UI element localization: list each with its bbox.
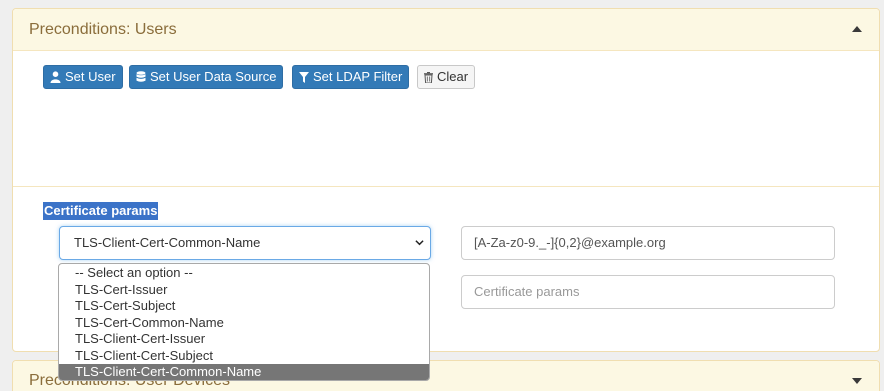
- dropdown-option[interactable]: TLS-Client-Cert-Subject: [59, 348, 429, 365]
- dropdown-option[interactable]: -- Select an option --: [59, 265, 429, 282]
- dropdown-option[interactable]: TLS-Cert-Subject: [59, 298, 429, 315]
- set-user-label: Set User: [65, 69, 116, 84]
- set-user-data-source-label: Set User Data Source: [150, 69, 277, 84]
- dropdown-option[interactable]: TLS-Cert-Issuer: [59, 282, 429, 299]
- certificate-params-input[interactable]: Certificate params: [461, 275, 835, 309]
- dropdown-option[interactable]: TLS-Client-Cert-Issuer: [59, 331, 429, 348]
- filter-icon: [299, 71, 309, 83]
- section-divider: [13, 186, 879, 187]
- preconditions-users-header[interactable]: Preconditions: Users: [13, 9, 879, 51]
- trash-icon: [424, 71, 433, 83]
- clear-button[interactable]: Clear: [417, 65, 476, 89]
- set-user-data-source-button[interactable]: Set User Data Source: [129, 65, 284, 89]
- certificate-value-text: [A-Za-z0-9._-]{0,2}@example.org: [474, 235, 666, 250]
- certificate-params-placeholder: Certificate params: [474, 284, 580, 299]
- dropdown-option[interactable]: TLS-Cert-Common-Name: [59, 315, 429, 332]
- caret-down-icon[interactable]: [852, 378, 862, 384]
- set-user-button[interactable]: Set User: [43, 65, 123, 89]
- certificate-params-label: Certificate params: [43, 202, 159, 220]
- dropdown-option-selected[interactable]: TLS-Client-Cert-Common-Name: [59, 364, 429, 380]
- panel-title: Preconditions: Users: [29, 21, 177, 38]
- clear-label: Clear: [437, 69, 469, 84]
- set-ldap-filter-label: Set LDAP Filter: [313, 69, 403, 84]
- certificate-value-input[interactable]: [A-Za-z0-9._-]{0,2}@example.org: [461, 226, 835, 260]
- database-icon: [136, 71, 146, 82]
- set-ldap-filter-button[interactable]: Set LDAP Filter: [292, 65, 410, 89]
- user-icon: [50, 71, 61, 83]
- select-value: TLS-Client-Cert-Common-Name: [74, 235, 261, 250]
- certificate-param-select[interactable]: TLS-Client-Cert-Common-Name: [59, 226, 431, 260]
- chevron-down-icon: [415, 240, 424, 246]
- certificate-param-dropdown: -- Select an option -- TLS-Cert-Issuer T…: [58, 263, 430, 381]
- caret-up-icon[interactable]: [852, 26, 862, 32]
